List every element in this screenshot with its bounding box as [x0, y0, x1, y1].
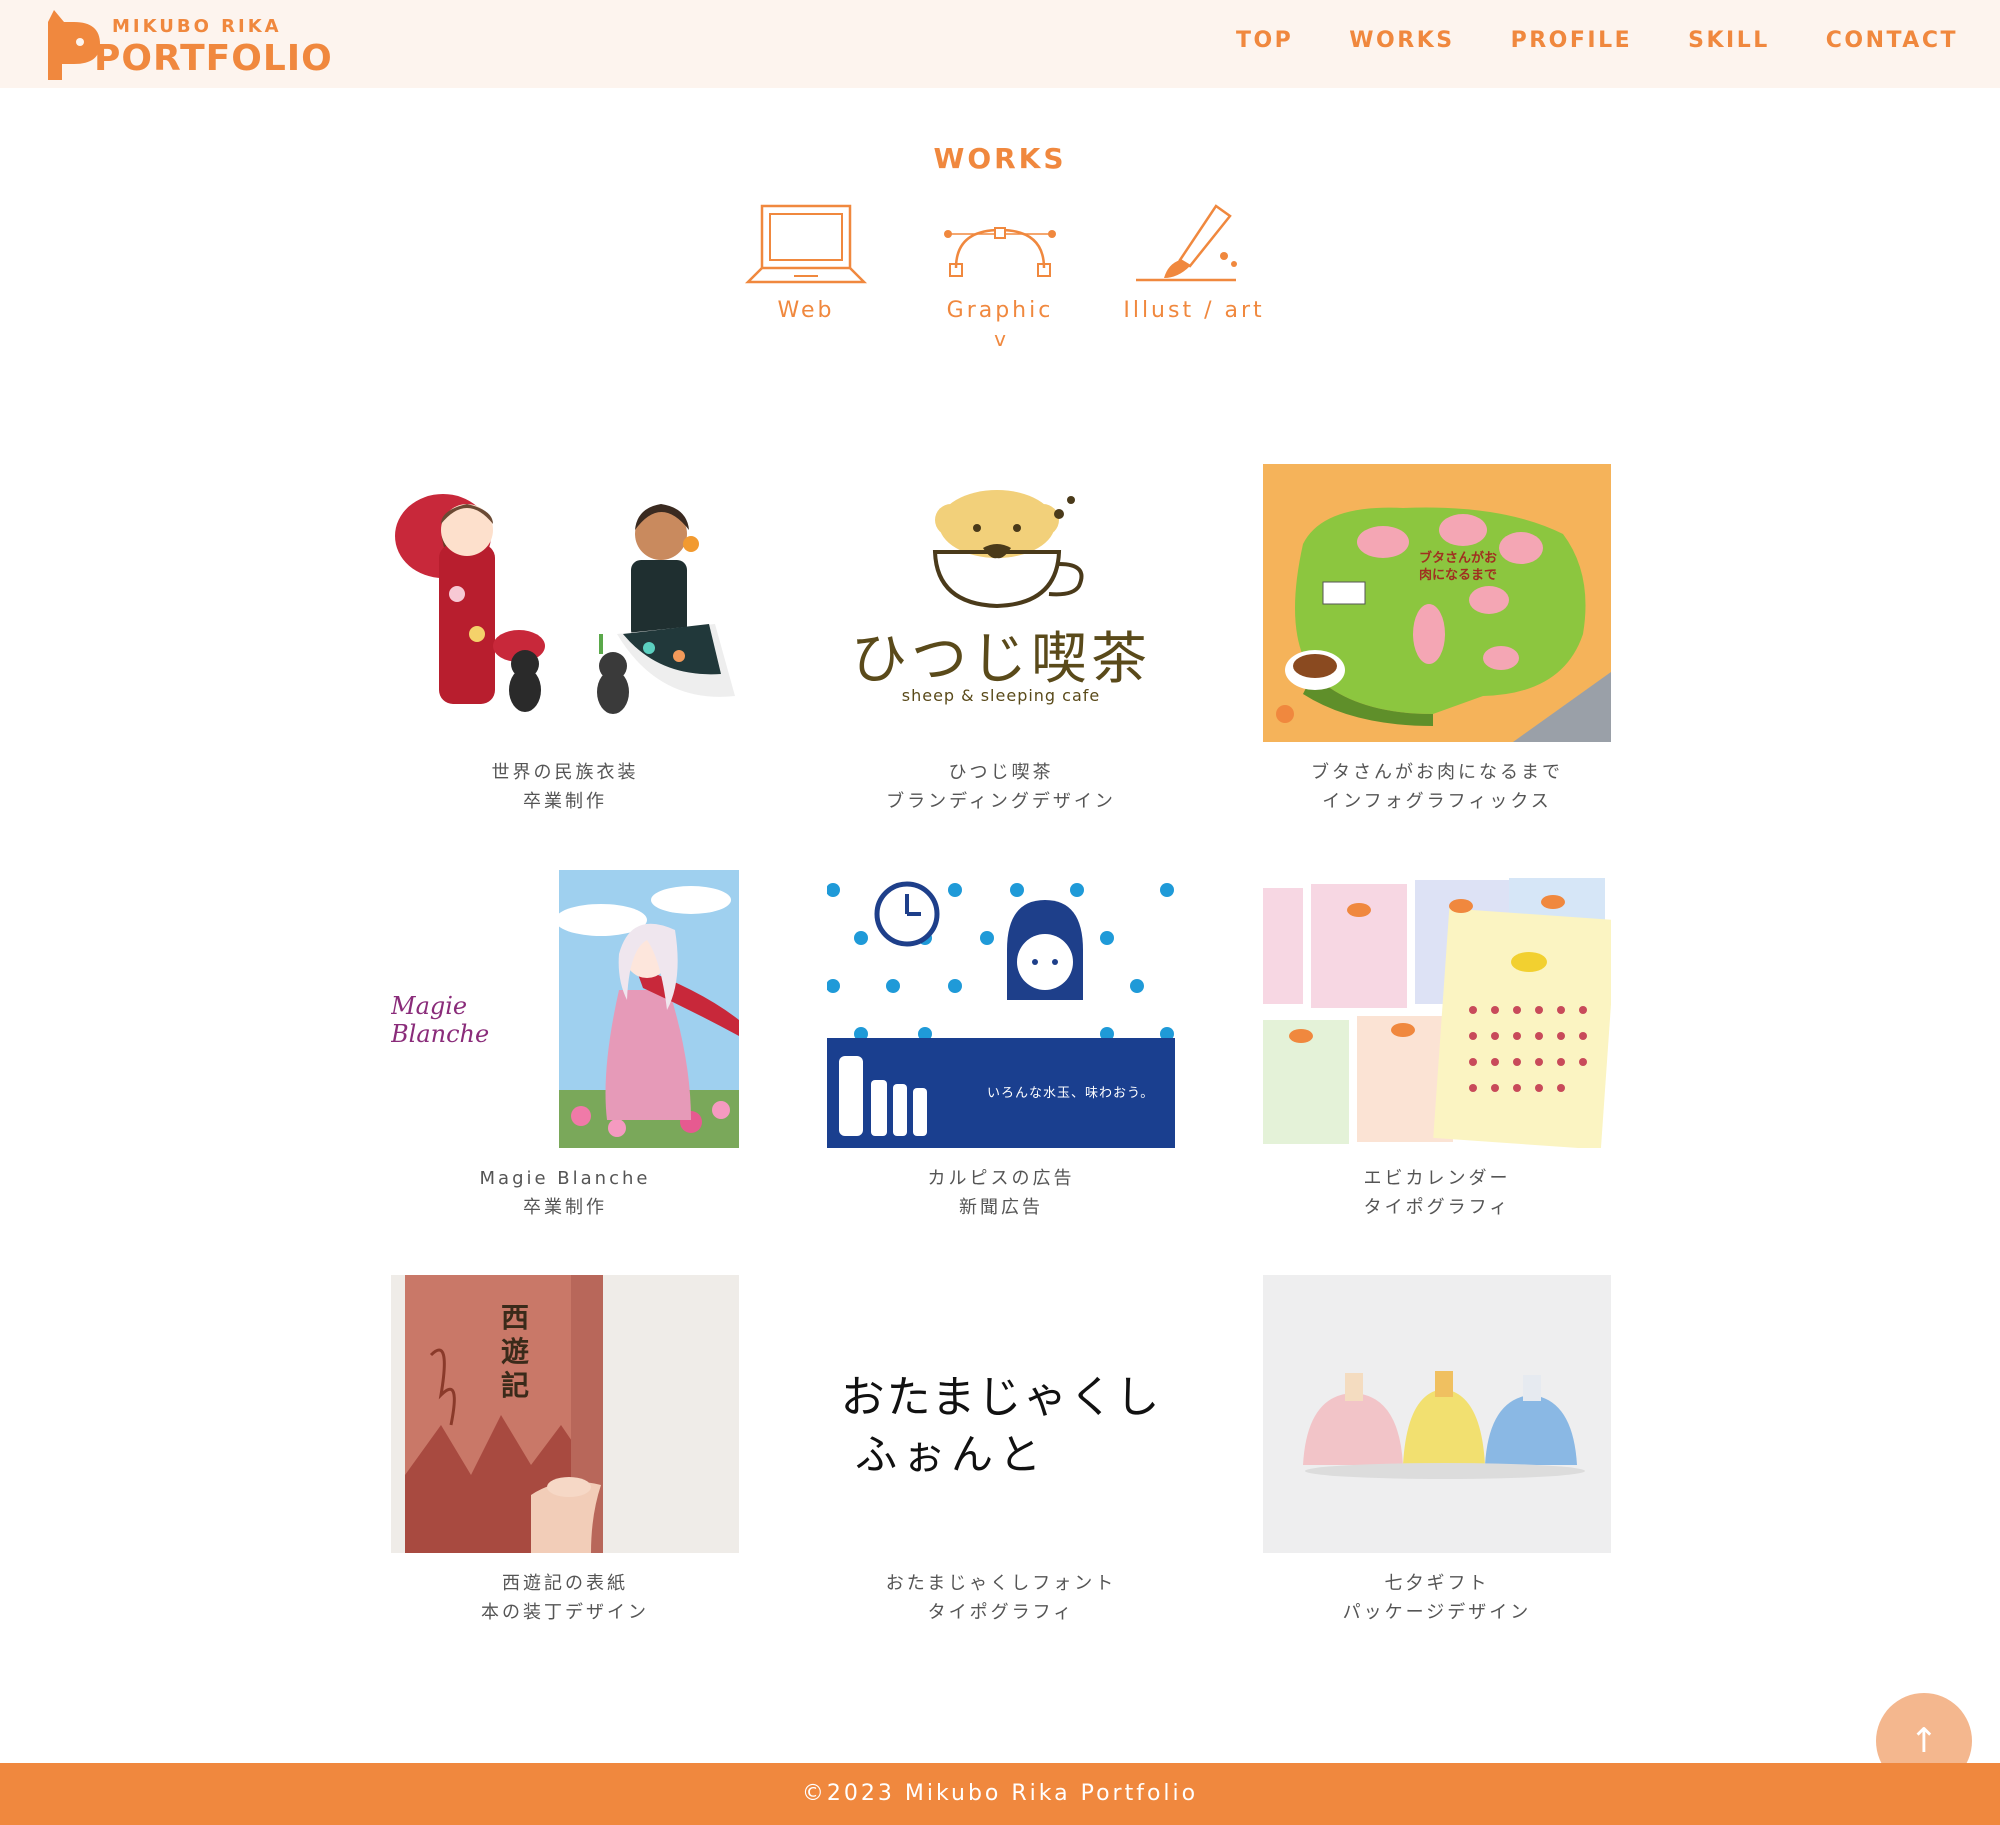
- costume-illustration: [395, 494, 735, 714]
- tab-web-label: Web: [777, 298, 835, 323]
- nav-works[interactable]: WORKS: [1349, 28, 1454, 53]
- work-card[interactable]: エビカレンダー タイポグラフィ: [1263, 870, 1611, 1222]
- work-title: エビカレンダー: [1363, 1168, 1511, 1189]
- hitsuji-subtitle: sheep & sleeping cafe: [901, 686, 1101, 705]
- logo-title: PORTFOLIO: [94, 38, 333, 79]
- work-caption: おたまじゃくしフォント タイポグラフィ: [827, 1569, 1175, 1627]
- work-thumbnail-ebi-calendar[interactable]: [1263, 870, 1611, 1148]
- work-category: 卒業制作: [523, 1197, 607, 1218]
- site-logo[interactable]: MIKUBO RIKA PORTFOLIO: [44, 8, 332, 80]
- work-caption: 七夕ギフト パッケージデザイン: [1263, 1569, 1611, 1627]
- work-title: Magie Blanche: [479, 1168, 651, 1189]
- work-category: 新聞広告: [959, 1197, 1043, 1218]
- work-card[interactable]: ブタさんがお肉になるまで ブタさんがお肉になるまで インフォグラフィックス: [1263, 464, 1611, 816]
- tab-graphic-label: Graphic: [946, 298, 1054, 323]
- main-nav: TOP WORKS PROFILE SKILL CONTACT: [1236, 28, 1958, 53]
- work-thumbnail-otama-font[interactable]: おたまじゃくし ふぉんと: [827, 1275, 1175, 1553]
- tab-illust-label: Illust / art: [1123, 298, 1265, 323]
- saiyuki-title: 西遊記: [501, 1301, 530, 1402]
- bezier-curve-icon: [944, 227, 1056, 277]
- work-card[interactable]: 西遊記 西遊記の表紙 本の装丁デザイン: [391, 1275, 739, 1627]
- work-card[interactable]: 世界の民族衣装 卒業制作: [391, 464, 739, 816]
- work-caption: ブタさんがお肉になるまで インフォグラフィックス: [1263, 758, 1611, 816]
- work-thumbnail-costume[interactable]: [391, 464, 739, 742]
- work-category: タイポグラフィ: [1363, 1197, 1511, 1218]
- saiyuki-book-photo: [405, 1275, 603, 1553]
- work-thumbnail-buta[interactable]: ブタさんがお肉になるまで: [1263, 464, 1611, 742]
- works-title: WORKS: [933, 142, 1067, 175]
- work-title: カルピスの広告: [927, 1168, 1075, 1189]
- work-caption: Magie Blanche 卒業制作: [391, 1164, 739, 1222]
- work-title: ひつじ喫茶: [948, 762, 1054, 783]
- work-category: タイポグラフィ: [927, 1602, 1075, 1623]
- footer-copyright: ©2023 Mikubo Rika Portfolio: [801, 1781, 1199, 1806]
- nav-top[interactable]: TOP: [1236, 28, 1293, 53]
- active-tab-indicator: v: [994, 327, 1006, 351]
- work-card[interactable]: おたまじゃくし ふぉんと おたまじゃくしフォント タイポグラフィ: [827, 1275, 1175, 1627]
- work-category: インフォグラフィックス: [1322, 791, 1552, 812]
- work-caption: エビカレンダー タイポグラフィ: [1263, 1164, 1611, 1222]
- work-thumbnail-tanabata[interactable]: [1263, 1275, 1611, 1553]
- tab-illust[interactable]: Illust / art: [1094, 202, 1294, 323]
- site-footer: ©2023 Mikubo Rika Portfolio: [0, 1763, 2000, 1825]
- work-card[interactable]: Magie Blanche Magie Blanche 卒業制作: [391, 870, 739, 1222]
- buta-infographic: [1276, 507, 1611, 742]
- work-title: おたまじゃくしフォント: [885, 1573, 1117, 1594]
- work-caption: ひつじ喫茶 ブランディングデザイン: [827, 758, 1175, 816]
- otama-font-line1: おたまじゃくし: [840, 1372, 1162, 1423]
- tab-graphic[interactable]: Graphic v: [900, 202, 1100, 351]
- nav-skill[interactable]: SKILL: [1688, 28, 1770, 53]
- nav-contact[interactable]: CONTACT: [1826, 28, 1958, 53]
- work-thumbnail-calpis[interactable]: いろんな水玉、味わおう。: [827, 870, 1175, 1148]
- work-title: 世界の民族衣装: [491, 762, 639, 783]
- site-header: MIKUBO RIKA PORTFOLIO TOP WORKS PROFILE …: [0, 0, 2000, 88]
- work-title: 西遊記の表紙: [502, 1573, 628, 1594]
- work-card[interactable]: いろんな水玉、味わおう。 カルピスの広告 新聞広告: [827, 870, 1175, 1222]
- work-caption: カルピスの広告 新聞広告: [827, 1164, 1175, 1222]
- work-category: ブランディングデザイン: [886, 791, 1116, 812]
- paintbrush-icon: [1136, 204, 1237, 282]
- ebi-calendar-graphic: [1263, 878, 1611, 1148]
- work-caption: 世界の民族衣装 卒業制作: [391, 758, 739, 816]
- nav-profile[interactable]: PROFILE: [1511, 28, 1633, 53]
- magie-illustration: [555, 870, 739, 1148]
- work-category: 卒業制作: [523, 791, 607, 812]
- tanabata-package-photo: [1303, 1371, 1585, 1479]
- calpis-ad-graphic: [827, 881, 1175, 1148]
- work-card[interactable]: ひつじ喫茶 sheep & sleeping cafe ひつじ喫茶 ブランディン…: [827, 464, 1175, 816]
- calpis-copy: いろんな水玉、味わおう。: [987, 1086, 1155, 1101]
- work-card[interactable]: 七夕ギフト パッケージデザイン: [1263, 1275, 1611, 1627]
- work-category: 本の装丁デザイン: [481, 1602, 649, 1623]
- work-title: ブタさんがお肉になるまで: [1311, 762, 1563, 783]
- work-thumbnail-hitsuji[interactable]: ひつじ喫茶 sheep & sleeping cafe: [827, 464, 1175, 742]
- logo-subtitle: MIKUBO RIKA: [112, 16, 282, 37]
- tab-web[interactable]: Web: [706, 202, 906, 323]
- work-category: パッケージデザイン: [1342, 1602, 1532, 1623]
- hitsuji-title: ひつじ喫茶: [851, 627, 1151, 692]
- work-title: 七夕ギフト: [1384, 1573, 1490, 1594]
- laptop-icon: [744, 204, 868, 284]
- work-caption: 西遊記の表紙 本の装丁デザイン: [391, 1569, 739, 1627]
- otama-font-line2: ふぉんと: [855, 1430, 1048, 1479]
- work-thumbnail-saiyuki[interactable]: 西遊記: [391, 1275, 739, 1553]
- buta-title: ブタさんがお肉になるまで: [1418, 551, 1497, 583]
- work-thumbnail-magie[interactable]: Magie Blanche: [391, 870, 739, 1148]
